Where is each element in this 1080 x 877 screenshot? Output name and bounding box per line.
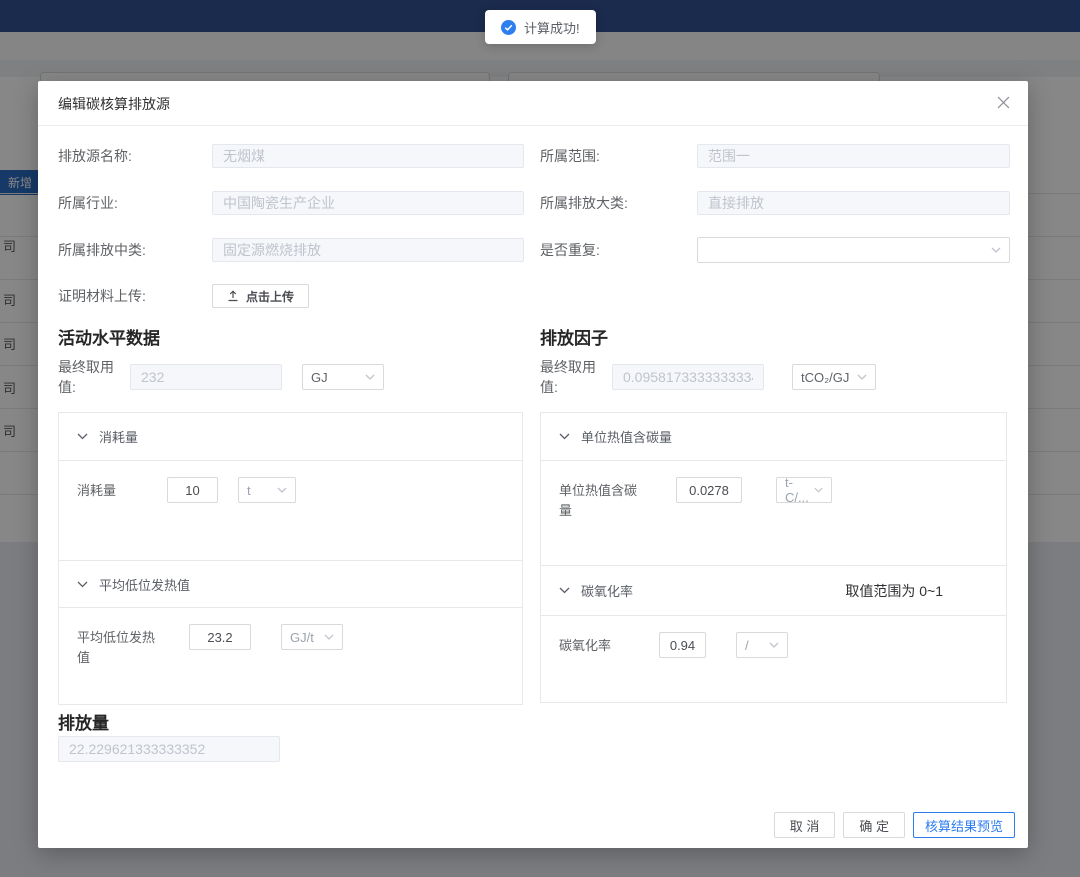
carbon-content-input[interactable] (676, 477, 742, 503)
activity-panels: 消耗量 消耗量 t 平均低位发热值 平均低位发热值 (58, 412, 523, 705)
consumption-input[interactable] (167, 477, 218, 503)
chevron-down-icon (77, 433, 88, 440)
panel-title: 单位热值含碳量 (581, 427, 672, 446)
chevron-down-icon (324, 634, 334, 640)
upload-icon (227, 290, 239, 302)
source-name-input (212, 144, 524, 168)
heat-value-unit-select[interactable]: GJ/t (281, 624, 343, 650)
duplicate-label: 是否重复: (540, 240, 697, 260)
range-hint: 取值范围为 0~1 (845, 581, 943, 601)
mid-category-label: 所属排放中类: (58, 240, 212, 260)
source-name-label: 排放源名称: (58, 146, 212, 166)
oxidation-rate-field-label: 碳氧化率 (559, 632, 639, 656)
confirm-button[interactable]: 确 定 (843, 812, 905, 838)
close-icon[interactable] (994, 93, 1012, 111)
activity-unit-select[interactable]: GJ (302, 364, 384, 390)
major-category-input (697, 191, 1010, 215)
industry-input (212, 191, 524, 215)
scope-label: 所属范围: (540, 146, 697, 166)
emission-section-title: 排放量 (58, 709, 109, 734)
duplicate-select[interactable] (697, 237, 1010, 263)
panel-title: 消耗量 (99, 427, 138, 446)
cancel-button[interactable]: 取 消 (774, 812, 836, 838)
header-divider (38, 125, 1028, 126)
factor-panels: 单位热值含碳量 单位热值含碳量 t-C/... 碳氧化率 取值范围为 0~1 (540, 412, 1007, 703)
consumption-panel: 消耗量 消耗量 t (58, 412, 523, 561)
consumption-field-label: 消耗量 (77, 477, 157, 501)
heat-value-panel-header[interactable]: 平均低位发热值 (59, 561, 522, 608)
panel-title: 碳氧化率 (581, 581, 633, 600)
chevron-down-icon (559, 587, 570, 594)
scope-input (697, 144, 1010, 168)
consumption-panel-header[interactable]: 消耗量 (59, 413, 522, 461)
factor-final-input (612, 364, 764, 390)
oxidation-rate-panel-header[interactable]: 碳氧化率 取值范围为 0~1 (541, 566, 1006, 616)
consumption-unit-value: t (247, 483, 251, 498)
factor-section-title: 排放因子 (540, 324, 608, 349)
factor-final-label: 最终取用值: (540, 357, 612, 397)
factor-unit-value: tCO₂/GJ (801, 370, 849, 385)
success-toast: 计算成功! (485, 10, 596, 44)
toast-message: 计算成功! (524, 18, 580, 37)
preview-result-button[interactable]: 核算结果预览 (913, 812, 1015, 838)
dialog-footer: 取 消 确 定 核算结果预览 (774, 812, 1015, 838)
factor-unit-select[interactable]: tCO₂/GJ (792, 364, 876, 390)
edit-emission-source-dialog: 编辑碳核算排放源 排放源名称: 所属范围: 所属行业: 所属排放大类: 所属排放… (38, 81, 1028, 848)
chevron-down-icon (857, 374, 867, 380)
chevron-down-icon (277, 487, 287, 493)
oxidation-rate-input[interactable] (659, 632, 706, 658)
oxidation-rate-panel: 碳氧化率 取值范围为 0~1 碳氧化率 / (540, 565, 1007, 703)
carbon-content-unit-value: t-C/... (785, 475, 814, 505)
chevron-down-icon (769, 642, 779, 648)
activity-final-input (130, 364, 282, 390)
activity-unit-value: GJ (311, 370, 328, 385)
dialog-title: 编辑碳核算排放源 (58, 94, 170, 114)
chevron-down-icon (365, 374, 375, 380)
chevron-down-icon (814, 487, 823, 493)
check-circle-icon (501, 20, 516, 35)
panel-title: 平均低位发热值 (99, 575, 190, 594)
industry-label: 所属行业: (58, 193, 212, 213)
heat-value-unit-value: GJ/t (290, 630, 314, 645)
upload-button-label: 点击上传 (246, 288, 294, 305)
upload-label: 证明材料上传: (58, 286, 212, 306)
carbon-content-panel-header[interactable]: 单位热值含碳量 (541, 413, 1006, 461)
oxidation-rate-unit-select[interactable]: / (736, 632, 788, 658)
upload-button[interactable]: 点击上传 (212, 284, 309, 308)
activity-section-title: 活动水平数据 (58, 324, 160, 349)
carbon-content-unit-select[interactable]: t-C/... (776, 477, 832, 503)
activity-final-label: 最终取用值: (58, 357, 130, 397)
carbon-content-panel: 单位热值含碳量 单位热值含碳量 t-C/... (540, 412, 1007, 566)
heat-value-panel: 平均低位发热值 平均低位发热值 GJ/t (58, 560, 523, 705)
heat-value-field-label: 平均低位发热值 (77, 624, 157, 667)
mid-category-input (212, 238, 524, 262)
major-category-label: 所属排放大类: (540, 193, 697, 213)
carbon-content-field-label: 单位热值含碳量 (559, 477, 639, 520)
oxidation-rate-unit-value: / (745, 638, 749, 653)
emission-result-input (58, 736, 280, 762)
chevron-down-icon (991, 247, 1001, 253)
screen: 新增 司 司 司 司 司 计算成功! 编辑碳核算排放源 排放源名称: (0, 0, 1080, 877)
consumption-unit-select[interactable]: t (238, 477, 296, 503)
heat-value-input[interactable] (189, 624, 251, 650)
chevron-down-icon (77, 581, 88, 588)
chevron-down-icon (559, 433, 570, 440)
